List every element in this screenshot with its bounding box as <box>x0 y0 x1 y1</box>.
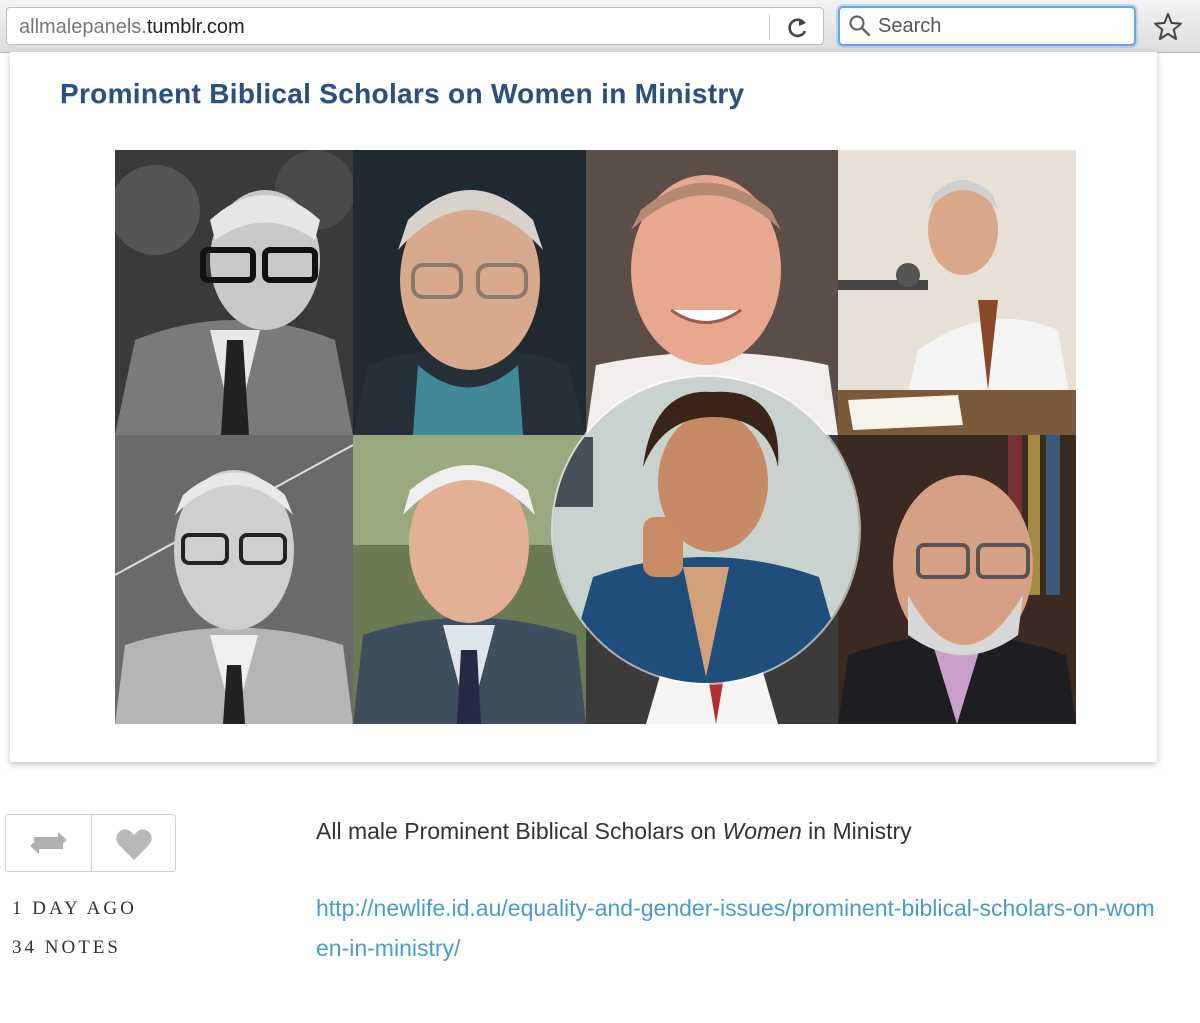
scholar-photo-5 <box>115 435 353 724</box>
reload-icon[interactable] <box>783 14 813 40</box>
reblog-icon <box>30 832 67 854</box>
search-input[interactable] <box>878 12 1118 40</box>
scholar-photo-8 <box>838 435 1076 724</box>
browser-toolbar: allmalepanels.tumblr.com <box>0 0 1200 53</box>
circle-overlay-photo <box>553 377 859 683</box>
address-bar-divider <box>769 14 770 40</box>
search-icon <box>848 14 872 38</box>
scholar-photo-6 <box>353 435 586 724</box>
post-timestamp[interactable]: 1 DAY AGO <box>12 898 137 920</box>
photo-collage <box>115 150 1076 724</box>
scholar-photo-1 <box>115 150 353 435</box>
star-icon[interactable] <box>1152 11 1184 43</box>
reblog-button[interactable] <box>6 815 91 871</box>
post-caption: All male Prominent Biblical Scholars on … <box>316 818 912 844</box>
scholar-photo-2 <box>353 150 586 435</box>
scholar-photo-4 <box>838 150 1076 435</box>
post-image[interactable]: Prominent Biblical Scholars on Women in … <box>10 52 1157 762</box>
search-box[interactable] <box>838 6 1136 46</box>
source-link[interactable]: http://newlife.id.au/equality-and-gender… <box>316 888 1166 968</box>
like-button[interactable] <box>92 815 176 871</box>
image-title: Prominent Biblical Scholars on Women in … <box>60 78 745 109</box>
url-text[interactable]: allmalepanels.tumblr.com <box>19 16 245 39</box>
post-actions <box>5 814 176 872</box>
heart-icon <box>116 829 152 860</box>
address-bar[interactable]: allmalepanels.tumblr.com <box>6 7 824 45</box>
post-notes-count[interactable]: 34 NOTES <box>12 937 121 959</box>
